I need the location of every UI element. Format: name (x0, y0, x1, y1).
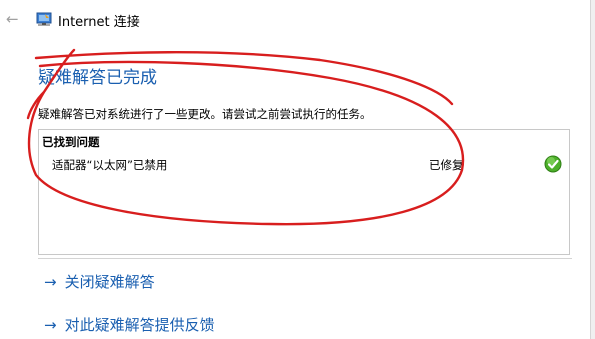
result-description: 疑难解答已对系统进行了一些更改。请尝试之前尝试执行的任务。 (38, 107, 372, 121)
problem-row[interactable]: 适配器“以太网”已禁用 已修复 (39, 154, 569, 176)
problem-status: 已修复 (429, 158, 464, 172)
arrow-right-icon: → (44, 273, 57, 291)
divider (38, 258, 572, 259)
window-edge (590, 0, 595, 339)
page-title: 疑难解答已完成 (38, 68, 157, 88)
problems-found-panel: 已找到问题 适配器“以太网”已禁用 已修复 (38, 129, 570, 255)
close-troubleshooter-label: 关闭疑难解答 (64, 273, 155, 291)
network-troubleshooter-icon (36, 12, 52, 26)
feedback-link[interactable]: → 对此疑难解答提供反馈 (44, 314, 215, 335)
arrow-right-icon: → (44, 316, 57, 334)
back-arrow-icon[interactable]: ← (6, 10, 19, 28)
close-troubleshooter-link[interactable]: → 关闭疑难解答 (44, 271, 155, 292)
problems-found-header: 已找到问题 (42, 135, 100, 149)
window-title: Internet 连接 (58, 15, 140, 30)
green-check-icon (544, 155, 562, 173)
feedback-label: 对此疑难解答提供反馈 (64, 316, 215, 334)
troubleshooter-window: ← Internet 连接 疑难解答已完成 疑难解答已对系统进行了一些更改。请尝… (0, 0, 595, 339)
problem-name: 适配器“以太网”已禁用 (52, 158, 168, 172)
title-bar: ← Internet 连接 (0, 8, 400, 32)
